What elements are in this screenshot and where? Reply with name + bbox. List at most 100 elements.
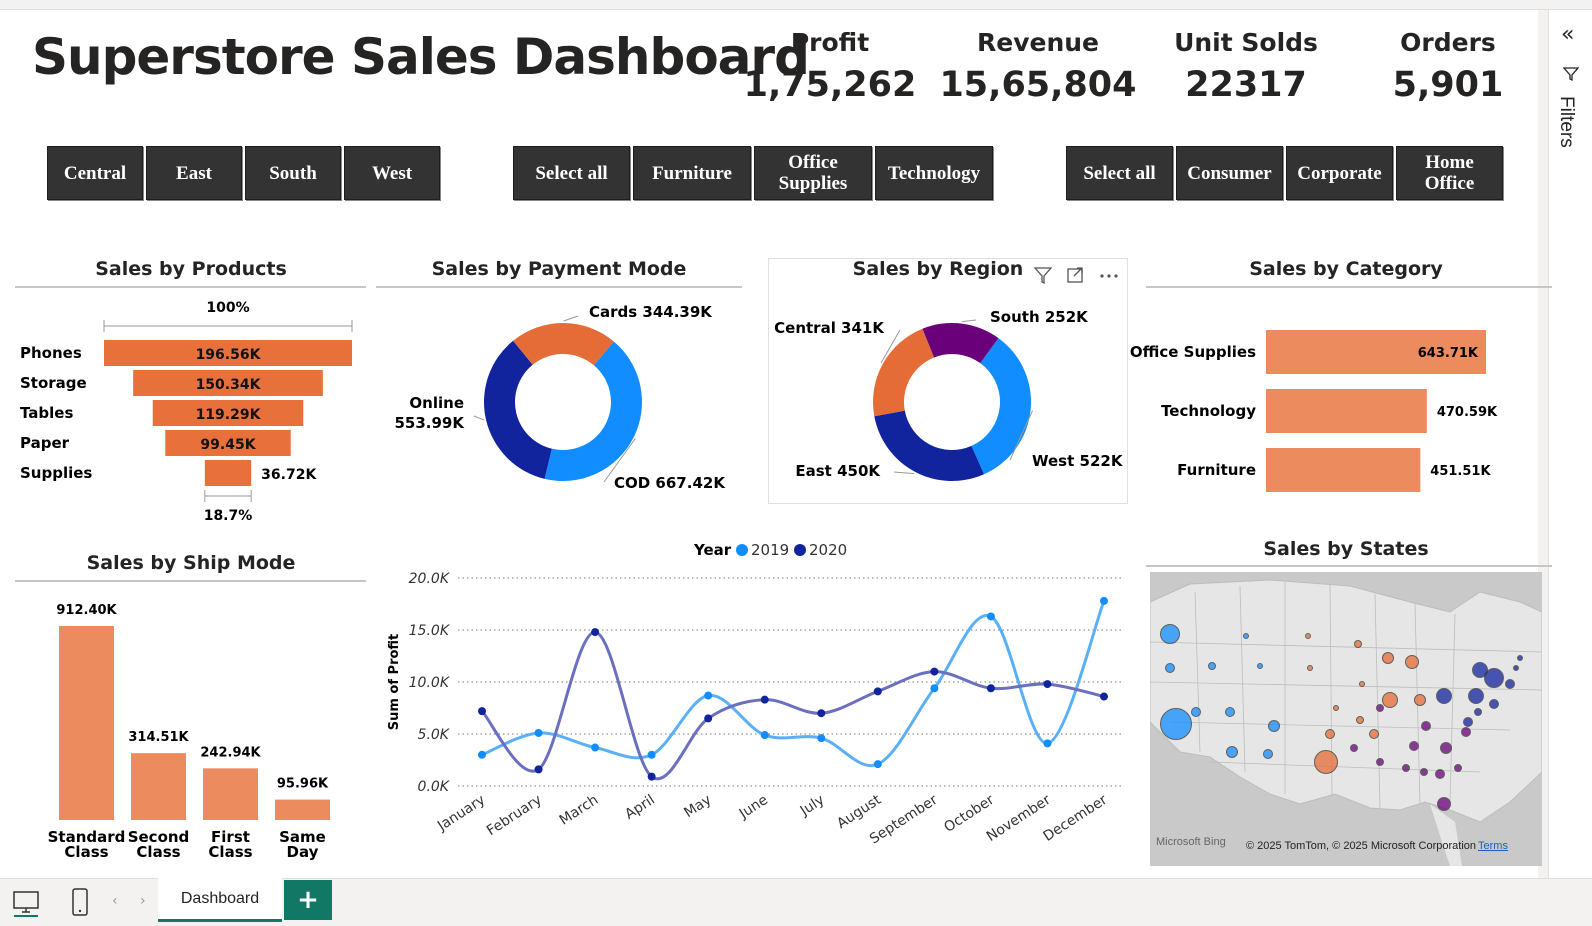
bing-logo: Microsoft Bing xyxy=(1156,836,1226,848)
line-point-2019 xyxy=(704,691,713,700)
category-value-label: 451.51K xyxy=(1430,464,1491,479)
chevron-right-icon[interactable]: › xyxy=(140,893,146,909)
tab-dashboard[interactable]: Dashboard xyxy=(158,878,282,922)
map-bubble[interactable] xyxy=(1461,727,1471,737)
desktop-layout-icon[interactable] xyxy=(12,889,40,917)
map-bubble[interactable] xyxy=(1263,749,1273,759)
map-bubble[interactable] xyxy=(1165,663,1175,673)
line-point-2019 xyxy=(647,750,656,759)
map-bubble[interactable] xyxy=(1225,707,1235,717)
map-bubble[interactable] xyxy=(1160,624,1180,644)
line-x-tick: March xyxy=(557,792,602,829)
funnel-category-label: Phones xyxy=(20,344,82,362)
line-x-tick: August xyxy=(834,792,884,832)
line-x-tick: December xyxy=(1041,792,1111,845)
map-bubble[interactable] xyxy=(1409,741,1419,751)
region-slice-label: West 522K xyxy=(1032,452,1124,470)
ship-bar xyxy=(275,799,330,820)
line-y-tick: 5.0K xyxy=(418,727,451,743)
region-leader-line xyxy=(893,471,915,475)
map-bubble[interactable] xyxy=(1382,652,1394,664)
map-bubble[interactable] xyxy=(1376,758,1384,766)
map-bubble[interactable] xyxy=(1420,768,1428,776)
terms-link[interactable]: Terms xyxy=(1478,840,1508,852)
funnel-value-label: 99.45K xyxy=(200,437,256,453)
map-bubble[interactable] xyxy=(1226,746,1238,758)
map-bubble[interactable] xyxy=(1307,665,1313,671)
payment-slice-label: Online xyxy=(409,394,464,412)
chevron-left-icon[interactable]: ‹ xyxy=(112,893,118,909)
ship-bar xyxy=(59,626,114,820)
map-bubble[interactable] xyxy=(1402,764,1410,772)
map-bubble[interactable] xyxy=(1356,716,1364,724)
map-bubble[interactable] xyxy=(1243,633,1249,639)
map-bubble[interactable] xyxy=(1437,797,1451,811)
map-bubble[interactable] xyxy=(1191,707,1201,717)
map-bubble[interactable] xyxy=(1325,729,1335,739)
line-point-2019 xyxy=(1043,739,1052,748)
map-bubble[interactable] xyxy=(1359,681,1365,687)
add-page-button[interactable]: + xyxy=(284,880,332,920)
region-slice-label: Central 341K xyxy=(774,319,885,337)
map-bubble[interactable] xyxy=(1474,708,1482,716)
ship-category-label: Day xyxy=(287,843,319,861)
line-x-tick: July xyxy=(797,792,828,820)
map-bubble[interactable] xyxy=(1350,744,1358,752)
category-label: Office Supplies xyxy=(1130,343,1256,361)
payment-leader-line xyxy=(563,315,579,322)
funnel-top-percent: 100% xyxy=(206,300,249,316)
report-canvas: « Filters Superstore Sales Dashboard Pro… xyxy=(0,0,1592,926)
map-bubble[interactable] xyxy=(1421,721,1431,731)
line-series-2019 xyxy=(481,600,1106,768)
line-x-tick: June xyxy=(736,792,771,823)
map-bubble[interactable] xyxy=(1435,769,1445,779)
line-y-tick: 15.0K xyxy=(409,623,451,639)
map-bubble[interactable] xyxy=(1314,750,1338,774)
map-bubble[interactable] xyxy=(1468,688,1484,704)
map-bubble[interactable] xyxy=(1436,688,1452,704)
map-bubble[interactable] xyxy=(1257,663,1263,669)
map-bubble[interactable] xyxy=(1354,640,1362,648)
map-bubble[interactable] xyxy=(1208,662,1216,670)
map-bubble[interactable] xyxy=(1333,705,1339,711)
line-point-2020 xyxy=(591,628,600,637)
mobile-layout-icon[interactable] xyxy=(70,887,90,917)
map-bubble[interactable] xyxy=(1484,668,1504,688)
map-bubble[interactable] xyxy=(1369,729,1379,739)
line-point-2020 xyxy=(760,695,769,704)
map-bubble[interactable] xyxy=(1405,655,1419,669)
region-slice xyxy=(873,328,935,417)
map-bubble[interactable] xyxy=(1160,708,1192,740)
map-bubble[interactable] xyxy=(1305,633,1311,639)
line-x-tick: January xyxy=(434,792,488,835)
line-point-2019 xyxy=(930,684,939,693)
map-bubble[interactable] xyxy=(1376,704,1384,712)
map-bubble[interactable] xyxy=(1382,692,1398,708)
line-point-2019 xyxy=(591,743,600,752)
line-y-tick: 0.0K xyxy=(418,779,451,795)
map-bubble[interactable] xyxy=(1268,720,1280,732)
map-bubble[interactable] xyxy=(1505,679,1515,689)
line-legend-label: 2020 xyxy=(809,541,847,559)
line-point-2020 xyxy=(647,772,656,781)
line-legend-label: 2019 xyxy=(751,541,789,559)
line-point-2020 xyxy=(930,667,939,676)
line-point-2020 xyxy=(1043,680,1052,689)
map-bubble[interactable] xyxy=(1414,694,1426,706)
funnel-category-label: Storage xyxy=(20,374,87,392)
line-point-2020 xyxy=(986,684,995,693)
line-legend-title: Year xyxy=(693,541,732,559)
map-bubble[interactable] xyxy=(1517,655,1523,661)
states-map[interactable]: Microsoft Bing © 2025 TomTom, © 2025 Mic… xyxy=(1150,572,1542,866)
line-point-2019 xyxy=(478,750,486,759)
ship-bar xyxy=(131,753,186,820)
ship-value-label: 242.94K xyxy=(200,745,261,760)
map-bubble[interactable] xyxy=(1513,665,1519,671)
map-bubble[interactable] xyxy=(1463,717,1473,727)
map-bubble[interactable] xyxy=(1454,764,1462,772)
map-bubble[interactable] xyxy=(1489,699,1499,709)
ship-bar xyxy=(203,768,258,820)
line-x-tick: May xyxy=(681,792,714,821)
ship-category-label: Class xyxy=(136,843,180,861)
map-bubble[interactable] xyxy=(1440,742,1452,754)
